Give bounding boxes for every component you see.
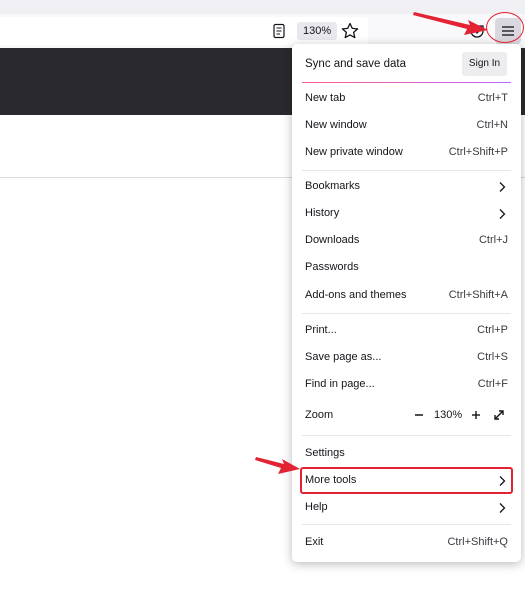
menu-item-label: Find in page... <box>305 378 375 390</box>
annotation-arrow-icon <box>413 12 488 35</box>
menu-separator <box>302 435 511 436</box>
menu-item-find-in-page[interactable]: Find in page... Ctrl+F <box>292 371 521 398</box>
menu-item-settings[interactable]: Settings <box>292 440 521 467</box>
chevron-right-icon <box>499 503 506 513</box>
zoom-label: Zoom <box>305 409 334 421</box>
annotation-highlight-more-tools <box>300 467 513 494</box>
menu-item-label: Bookmarks <box>305 180 361 192</box>
menu-item-history[interactable]: History <box>292 200 521 227</box>
menu-item-shortcut: Ctrl+S <box>477 351 508 363</box>
sync-accent-line <box>302 82 511 83</box>
menu-separator <box>302 170 511 171</box>
menu-item-downloads[interactable]: Downloads Ctrl+J <box>292 227 521 254</box>
menu-item-label: Add-ons and themes <box>305 289 407 301</box>
menu-item-shortcut: Ctrl+Shift+A <box>448 289 508 301</box>
menu-item-passwords[interactable]: Passwords <box>292 254 521 281</box>
menu-item-label: Exit <box>305 536 324 548</box>
menu-separator <box>302 524 511 525</box>
menu-item-print[interactable]: Print... Ctrl+P <box>292 317 521 344</box>
menu-item-new-tab[interactable]: New tab Ctrl+T <box>292 85 521 112</box>
menu-item-label: Settings <box>305 447 345 459</box>
menu-item-shortcut: Ctrl+P <box>477 324 508 336</box>
menu-item-shortcut: Ctrl+N <box>476 119 508 131</box>
zoom-level-button[interactable]: 130% <box>297 22 338 40</box>
sync-section: Sync and save data Sign In <box>292 44 521 84</box>
menu-item-new-private-window[interactable]: New private window Ctrl+Shift+P <box>292 139 521 166</box>
chevron-right-icon <box>499 209 506 219</box>
menu-item-exit[interactable]: Exit Ctrl+Shift+Q <box>292 529 521 556</box>
reader-view-icon[interactable] <box>270 22 288 40</box>
zoom-out-icon[interactable] <box>411 407 427 423</box>
menu-item-bookmarks[interactable]: Bookmarks <box>292 173 521 200</box>
menu-item-shortcut: Ctrl+J <box>478 234 508 246</box>
menu-separator <box>302 313 511 314</box>
menu-item-shortcut: Ctrl+T <box>477 92 508 104</box>
menu-item-shortcut: Ctrl+Shift+Q <box>447 536 508 548</box>
menu-item-label: Downloads <box>305 234 360 246</box>
fullscreen-icon[interactable] <box>491 407 507 423</box>
bookmark-star-icon[interactable] <box>340 21 360 41</box>
sync-title: Sync and save data <box>305 58 407 70</box>
menu-item-label: Help <box>305 501 328 513</box>
zoom-in-icon[interactable] <box>468 407 484 423</box>
browser-window: 130% Sync and save data Sign In New tab … <box>0 0 525 611</box>
menu-item-label: Print... <box>305 324 337 336</box>
menu-item-label: History <box>305 207 340 219</box>
menu-item-help[interactable]: Help <box>292 494 521 521</box>
chevron-right-icon <box>499 182 506 192</box>
sign-in-button[interactable]: Sign In <box>462 52 507 76</box>
menu-item-new-window[interactable]: New window Ctrl+N <box>292 112 521 139</box>
menu-item-save-page-as[interactable]: Save page as... Ctrl+S <box>292 344 521 371</box>
zoom-reset-button[interactable]: 130% <box>434 409 462 421</box>
menu-item-label: New window <box>305 119 367 131</box>
menu-item-addons-and-themes[interactable]: Add-ons and themes Ctrl+Shift+A <box>292 282 521 309</box>
menu-item-shortcut: Ctrl+F <box>477 378 508 390</box>
menu-item-shortcut: Ctrl+Shift+P <box>448 146 508 158</box>
menu-item-label: New private window <box>305 146 403 158</box>
menu-item-label: Save page as... <box>305 351 382 363</box>
menu-item-label: Passwords <box>305 261 359 273</box>
menu-zoom-row: Zoom 130% <box>292 402 521 429</box>
menu-item-label: New tab <box>305 92 346 104</box>
annotation-arrow-icon <box>255 457 300 474</box>
